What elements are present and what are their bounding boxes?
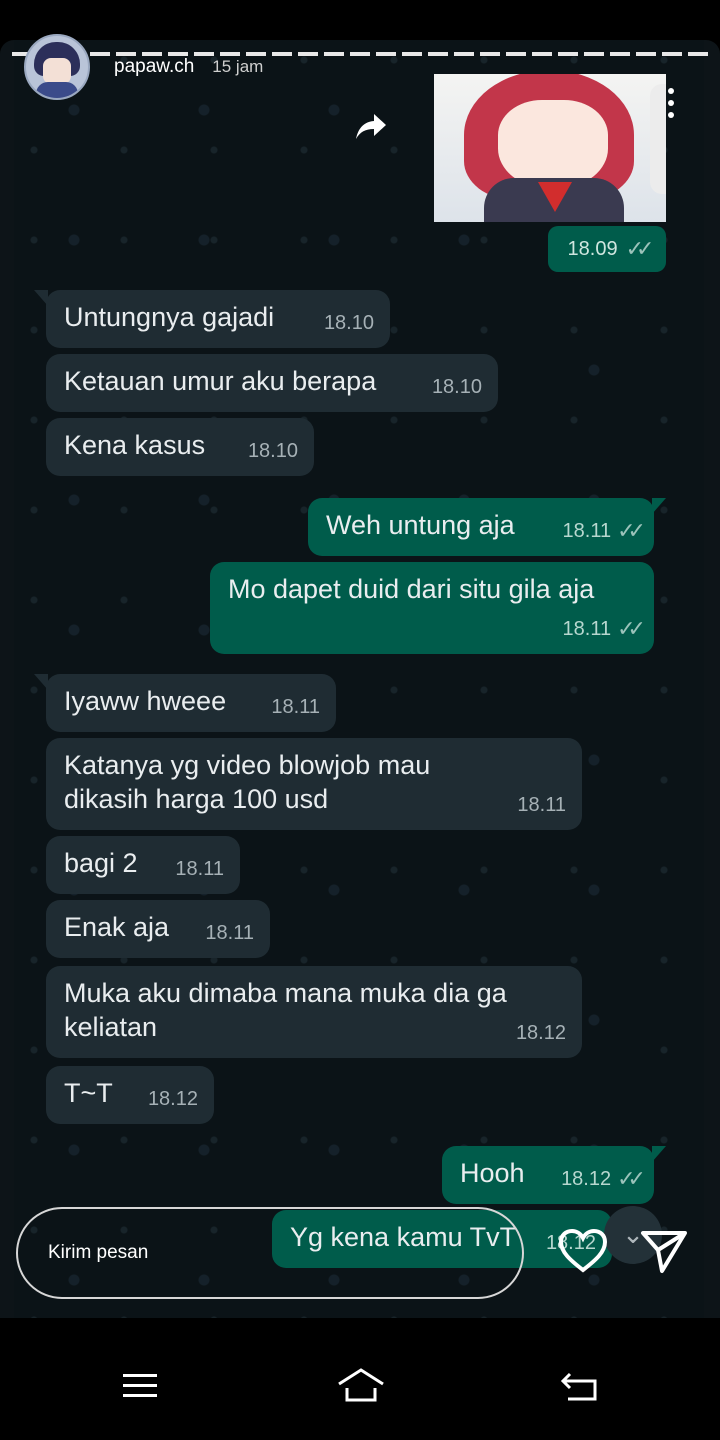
image-message-time: 18.09 ✓✓: [548, 226, 666, 272]
message-outgoing: Hooh 18.12 ✓✓: [442, 1146, 666, 1204]
more-vertical-icon[interactable]: [666, 88, 676, 124]
message-text: bagi 2: [64, 848, 138, 878]
message-incoming: bagi 2 18.11: [46, 836, 240, 894]
menu-icon[interactable]: [122, 1372, 158, 1405]
message-text: Muka aku dimaba mana muka dia ga keliata…: [64, 978, 507, 1042]
message-text: Iyaww hweee: [64, 686, 227, 716]
message-time: 18.11: [562, 618, 612, 640]
home-icon[interactable]: [336, 1368, 386, 1409]
message-incoming: Untungnya gajadi 18.10: [34, 290, 390, 348]
share-arrow-icon[interactable]: [354, 112, 388, 147]
read-ticks-icon: ✓✓: [617, 518, 646, 543]
message-text: Kena kasus: [64, 430, 206, 460]
message-time: 18.11: [175, 858, 224, 880]
image-message: [434, 74, 666, 222]
message-incoming: T~T 18.12: [46, 1066, 214, 1124]
story-header: papaw.ch 15 jam: [24, 34, 264, 100]
chat-screenshot: 18.09 ✓✓ Untungnya gajadi 18.10 Ketauan …: [14, 40, 704, 1318]
read-ticks-icon: ✓✓: [625, 236, 655, 261]
message-incoming: Kena kasus 18.10: [46, 418, 314, 476]
message-time: 18.12: [515, 1022, 566, 1044]
message-text: Enak aja: [64, 912, 170, 942]
story-time-ago: 15 jam: [212, 57, 264, 76]
message-time: 18.10: [247, 440, 298, 462]
message-incoming: Iyaww hweee 18.11: [34, 674, 336, 732]
heart-icon[interactable]: [558, 1228, 608, 1279]
message-time: 18.12: [147, 1088, 198, 1110]
message-text: Untungnya gajadi: [64, 302, 275, 332]
system-navigation-bar: [0, 1318, 720, 1440]
message-time: 18.10: [431, 376, 482, 398]
message-time: 18.10: [323, 312, 374, 334]
send-icon[interactable]: [640, 1228, 688, 1279]
message-time: 18.09: [567, 237, 618, 260]
story-view: 18.09 ✓✓ Untungnya gajadi 18.10 Ketauan …: [0, 40, 720, 1318]
back-icon[interactable]: [560, 1372, 598, 1407]
message-incoming: Ketauan umur aku berapa 18.10: [46, 354, 498, 412]
reply-placeholder: Kirim pesan: [48, 1242, 149, 1263]
message-time: 18.11: [562, 520, 612, 542]
message-outgoing: Mo dapet duid dari situ gila aja 18.11 ✓✓: [210, 562, 654, 654]
message-time: 18.11: [517, 794, 566, 816]
message-time: 18.11: [205, 922, 254, 944]
message-text: Hooh: [460, 1158, 525, 1188]
message-text: Katanya yg video blowjob mau dikasih har…: [64, 750, 431, 814]
message-incoming: Katanya yg video blowjob mau dikasih har…: [46, 738, 582, 830]
read-ticks-icon: ✓✓: [617, 616, 646, 641]
reply-input[interactable]: Kirim pesan: [16, 1207, 524, 1299]
message-time: 18.11: [271, 696, 320, 718]
username[interactable]: papaw.ch: [114, 56, 194, 78]
read-ticks-icon: ✓✓: [617, 1166, 646, 1191]
message-time: 18.12: [561, 1168, 612, 1190]
message-text: Weh untung aja: [326, 510, 515, 540]
avatar[interactable]: [24, 34, 90, 100]
message-text: Mo dapet duid dari situ gila aja: [228, 574, 595, 604]
message-outgoing: Weh untung aja 18.11 ✓✓: [308, 498, 666, 556]
message-text: T~T: [64, 1078, 113, 1108]
message-text: Ketauan umur aku berapa: [64, 366, 377, 396]
message-incoming: Muka aku dimaba mana muka dia ga keliata…: [46, 966, 582, 1058]
message-incoming: Enak aja 18.11: [46, 900, 270, 958]
